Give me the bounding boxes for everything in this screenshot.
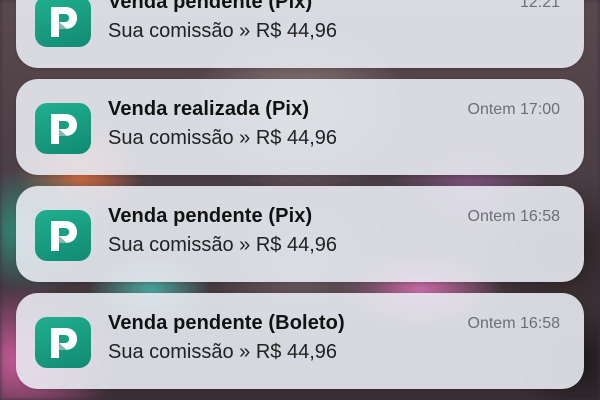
notification-body: Sua comissão » R$ 44,96 — [108, 341, 338, 363]
notification-card[interactable]: Venda pendente (Boleto) Sua comissão » R… — [16, 293, 584, 389]
notification-title: Venda realizada (Pix) — [108, 98, 310, 120]
notification-title: Venda pendente (Boleto) — [108, 312, 345, 334]
app-logo-icon — [35, 317, 91, 368]
lock-screen: Venda pendente (Pix) Sua comissão » R$ 4… — [0, 0, 600, 400]
app-logo-icon — [35, 103, 91, 154]
notification-time: 12:21 — [519, 0, 560, 11]
notification-card[interactable]: Venda pendente (Pix) Sua comissão » R$ 4… — [16, 0, 584, 68]
app-logo-icon — [35, 0, 91, 47]
notification-time: Ontem 16:58 — [467, 315, 561, 332]
notification-card[interactable]: Venda realizada (Pix) Sua comissão » R$ … — [16, 79, 584, 175]
notification-title: Venda pendente (Pix) — [108, 0, 313, 13]
notification-body: Sua comissão » R$ 44,96 — [108, 234, 338, 256]
notification-body: Sua comissão » R$ 44,96 — [108, 20, 338, 42]
notification-body: Sua comissão » R$ 44,96 — [108, 127, 338, 149]
notification-card[interactable]: Venda pendente (Pix) Sua comissão » R$ 4… — [16, 186, 584, 282]
notification-time: Ontem 17:00 — [467, 101, 561, 118]
notification-title: Venda pendente (Pix) — [108, 205, 313, 227]
notification-time: Ontem 16:58 — [467, 208, 561, 225]
app-logo-icon — [35, 210, 91, 261]
